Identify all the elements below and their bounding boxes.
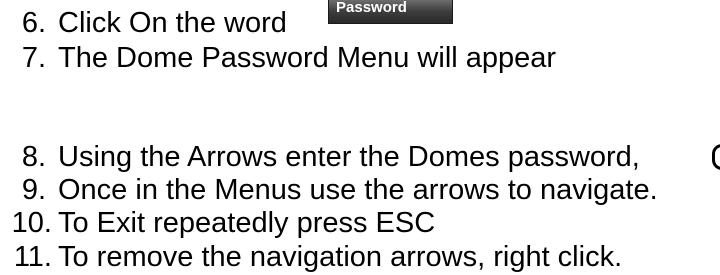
list-item: 9. Once in the Menus use the arrows to n… xyxy=(0,173,658,207)
cutoff-icon xyxy=(712,144,720,170)
password-button[interactable]: Password xyxy=(328,0,453,24)
step-text: Using the Arrows enter the Domes passwor… xyxy=(58,141,640,173)
step-number: 8. xyxy=(21,141,46,173)
step-number: 7. xyxy=(21,42,46,74)
list-item: 10. To Exit repeatedly press ESC xyxy=(0,206,436,240)
step-text: The Dome Password Menu will appear xyxy=(58,42,557,74)
step-number: 6. xyxy=(21,7,46,39)
step-text: Click On the word xyxy=(58,7,287,39)
step-text: To Exit repeatedly press ESC xyxy=(58,207,436,239)
step-number: 10. xyxy=(11,207,52,239)
list-item: 6. Click On the word xyxy=(0,6,287,40)
step-text: Once in the Menus use the arrows to navi… xyxy=(58,174,658,206)
step-text: To remove the navigation arrows, right c… xyxy=(58,241,623,273)
step-number: 9. xyxy=(21,174,46,206)
step-number: 11. xyxy=(13,241,52,273)
list-item: 11. To remove the navigation arrows, rig… xyxy=(0,240,622,274)
list-item: 8. Using the Arrows enter the Domes pass… xyxy=(0,140,640,174)
list-item: 7. The Dome Password Menu will appear xyxy=(0,41,556,75)
